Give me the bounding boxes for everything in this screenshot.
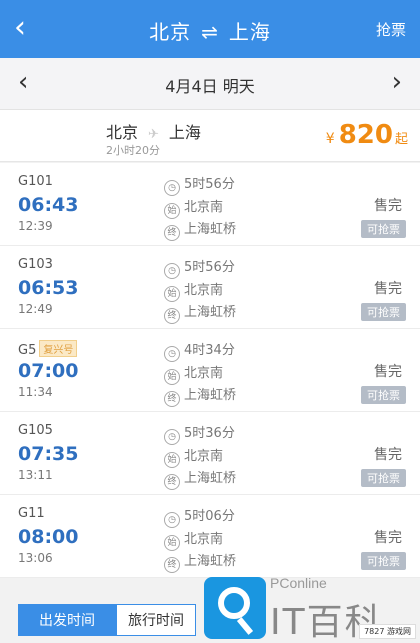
ticket-status: 售完	[374, 530, 402, 546]
search-logo-icon	[204, 577, 266, 639]
clock-icon: ◷	[164, 346, 180, 362]
train-row[interactable]: G11 08:00 13:06 ◷ 5时06分 始北京南 终上海虹桥 售完 可抢票	[0, 495, 420, 578]
train-row[interactable]: G103 06:53 12:49 ◷ 5时56分 始北京南 终上海虹桥 售完 可抢…	[0, 246, 420, 329]
arrive-time: 13:06	[18, 551, 53, 565]
train-list: G101 06:43 12:39 ◷ 5时56分 始北京南 终上海虹桥 售完 可抢…	[0, 163, 420, 578]
grab-tag-button[interactable]: 可抢票	[361, 220, 406, 238]
swap-icon[interactable]: ⇌	[201, 20, 219, 44]
grab-tag-button[interactable]: 可抢票	[361, 469, 406, 487]
summary-duration: 2小时20分	[106, 144, 160, 157]
duration: ◷ 4时34分	[164, 339, 235, 362]
app-header: ‹ 北京 ⇌ 上海 抢票	[0, 0, 420, 58]
watermark-corner: 7827 游戏网	[359, 624, 416, 639]
price-amount: 820	[338, 120, 393, 150]
depart-time: 06:43	[18, 194, 79, 216]
arrive-station-icon: 终	[164, 557, 180, 573]
train-number: G11	[18, 506, 45, 521]
to-station: 终上海虹桥	[164, 550, 236, 573]
depart-time: 07:00	[18, 360, 79, 382]
watermark: PConline IT百科 7827 游戏网	[200, 573, 420, 643]
train-number: G5 复兴号	[18, 340, 78, 358]
price-suffix: 起	[394, 132, 408, 147]
depart-station-icon: 始	[164, 535, 180, 551]
depart-station-icon: 始	[164, 203, 180, 219]
duration: ◷ 5时56分	[164, 256, 235, 279]
to-station: 终上海虹桥	[164, 384, 236, 407]
arrive-station-icon: 终	[164, 391, 180, 407]
depart-time: 06:53	[18, 277, 79, 299]
summary-to: 上海	[168, 123, 201, 142]
arrive-station-icon: 终	[164, 225, 180, 241]
arrive-time: 12:39	[18, 219, 53, 233]
to-station: 终上海虹桥	[164, 301, 236, 324]
from-station: 始北京南	[164, 196, 223, 219]
arrive-time: 11:34	[18, 385, 53, 399]
watermark-brand: PConline	[270, 575, 327, 591]
depart-station-icon: 始	[164, 286, 180, 302]
to-station: 终上海虹桥	[164, 467, 236, 490]
train-number: G105	[18, 423, 53, 438]
grab-ticket-button[interactable]: 抢票	[376, 19, 406, 40]
clock-icon: ◷	[164, 429, 180, 445]
date-label[interactable]: 4月4日 明天	[0, 73, 420, 97]
duration: ◷ 5时06分	[164, 505, 235, 528]
currency-symbol: ¥	[325, 131, 335, 147]
arrive-time: 12:49	[18, 302, 53, 316]
from-station: 始北京南	[164, 279, 223, 302]
arrive-station-icon: 终	[164, 474, 180, 490]
fuxing-badge: 复兴号	[39, 340, 78, 357]
ticket-status: 售完	[374, 281, 402, 297]
to-station: 终上海虹桥	[164, 218, 236, 241]
tab-travel-time[interactable]: 旅行时间	[116, 604, 196, 636]
arrive-station-icon: 终	[164, 308, 180, 324]
clock-icon: ◷	[164, 263, 180, 279]
tab-depart-time[interactable]: 出发时间	[18, 604, 116, 636]
summary-price: ¥820 起	[326, 120, 408, 150]
plane-icon: ✈	[148, 127, 159, 142]
summary-route: 北京 ✈ 上海	[106, 119, 201, 143]
flight-summary[interactable]: 北京 ✈ 上海 2小时20分 ¥820 起	[0, 110, 420, 162]
depart-station-icon: 始	[164, 369, 180, 385]
arrive-time: 13:11	[18, 468, 53, 482]
grab-tag-button[interactable]: 可抢票	[361, 303, 406, 321]
depart-time: 08:00	[18, 526, 79, 548]
grab-tag-button[interactable]: 可抢票	[361, 552, 406, 570]
grab-tag-button[interactable]: 可抢票	[361, 386, 406, 404]
depart-time: 07:35	[18, 443, 79, 465]
summary-from: 北京	[106, 123, 139, 142]
train-number: G101	[18, 174, 53, 189]
train-row[interactable]: G105 07:35 13:11 ◷ 5时36分 始北京南 终上海虹桥 售完 可抢…	[0, 412, 420, 495]
train-number: G103	[18, 257, 53, 272]
clock-icon: ◷	[164, 512, 180, 528]
next-day-icon[interactable]: ›	[392, 67, 402, 97]
from-station: 始北京南	[164, 528, 223, 551]
ticket-status: 售完	[374, 364, 402, 380]
clock-icon: ◷	[164, 180, 180, 196]
from-station: 始北京南	[164, 362, 223, 385]
train-row[interactable]: G101 06:43 12:39 ◷ 5时56分 始北京南 终上海虹桥 售完 可抢…	[0, 163, 420, 246]
ticket-status: 售完	[374, 198, 402, 214]
duration: ◷ 5时36分	[164, 422, 235, 445]
header-to: 上海	[228, 20, 271, 44]
date-bar: ‹ 4月4日 明天 ›	[0, 58, 420, 110]
header-from: 北京	[149, 20, 192, 44]
route-title: 北京 ⇌ 上海	[0, 16, 420, 45]
depart-station-icon: 始	[164, 452, 180, 468]
from-station: 始北京南	[164, 445, 223, 468]
duration: ◷ 5时56分	[164, 173, 235, 196]
ticket-status: 售完	[374, 447, 402, 463]
train-row[interactable]: G5 复兴号 07:00 11:34 ◷ 4时34分 始北京南 终上海虹桥 售完 可…	[0, 329, 420, 412]
